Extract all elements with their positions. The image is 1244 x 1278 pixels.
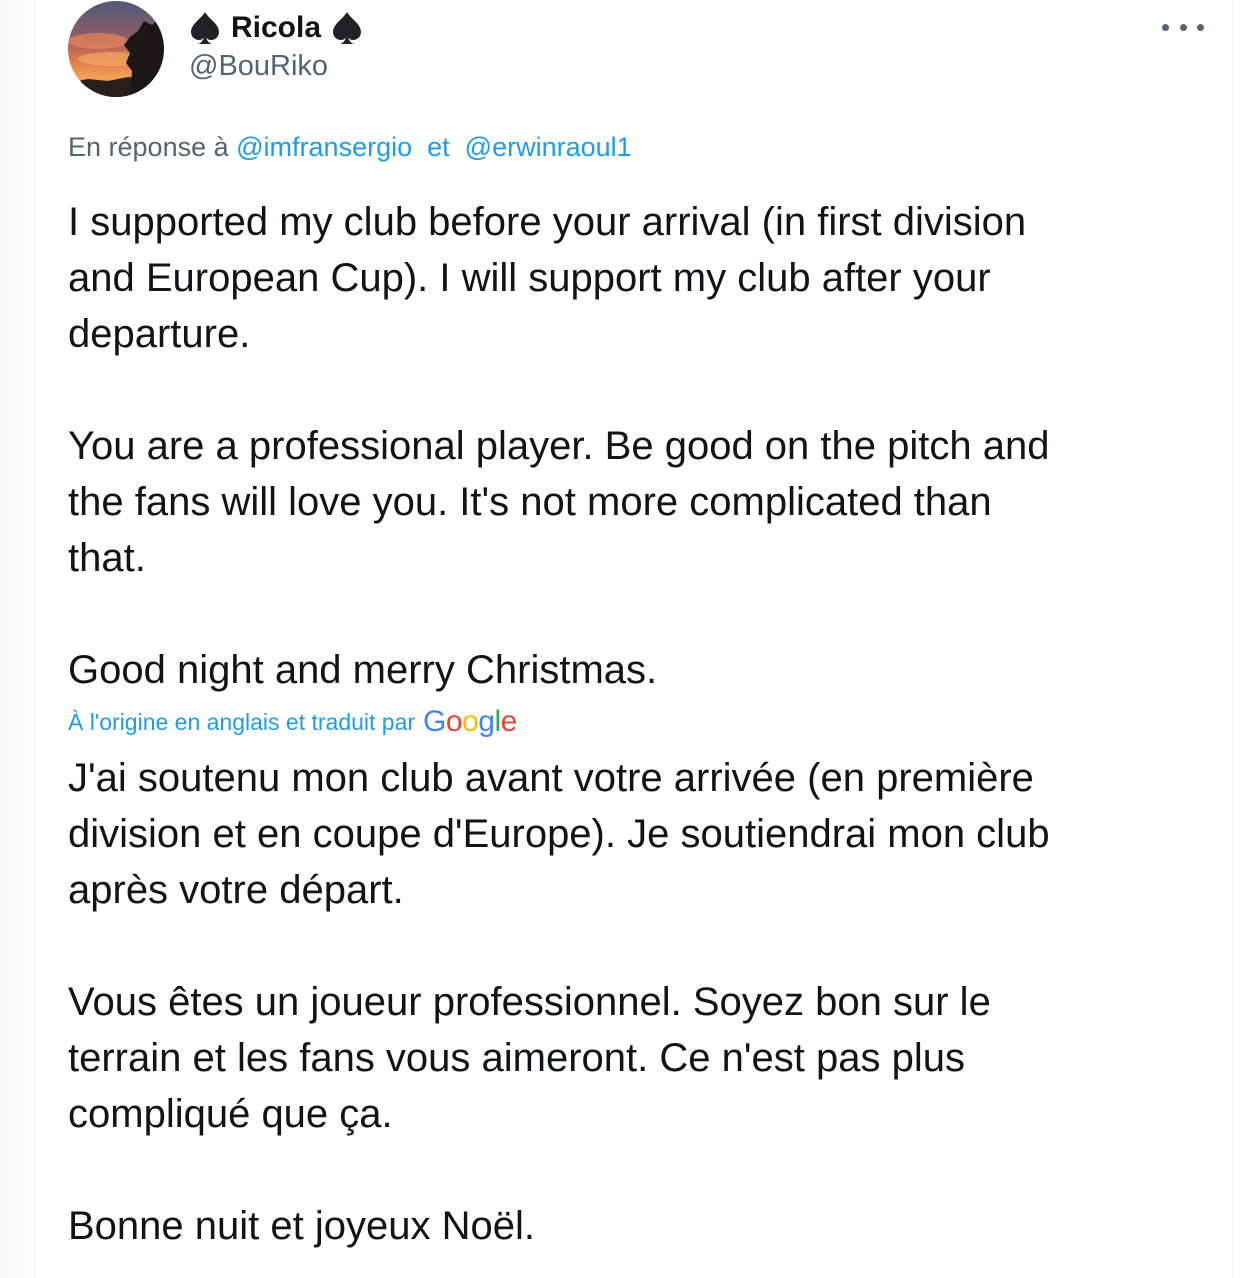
avatar-image [68,1,164,97]
translation-label: À l'origine en anglais et traduit par [68,708,416,735]
reply-separator: et [427,132,450,162]
reply-mention-link[interactable]: @imfransergio [236,132,412,162]
more-dots-icon[interactable] [1162,12,1204,42]
tweet-paragraph: You are a professional player. Be good o… [68,424,1050,580]
author-name-row[interactable]: Ricola [189,8,363,48]
google-logo: Google [423,705,517,738]
more-dot [1197,23,1204,31]
translated-paragraph: Vous êtes un joueur professionnel. Soyez… [68,980,991,1136]
more-dot [1162,23,1169,31]
tweet-card[interactable]: Ricola @BouRiko En réponse à @imfranserg… [35,0,1232,1278]
spade-icon [191,12,219,44]
reply-prefix: En réponse à [68,132,229,162]
translated-paragraph: J'ai soutenu mon club avant votre arrivé… [68,756,1050,912]
tweet-paragraph: I supported my club before your arrival … [68,200,1027,356]
page-side-background [0,0,34,1278]
reply-context: En réponse à @imfransergio et @erwinraou… [68,132,632,163]
translation-attribution[interactable]: À l'origine en anglais et traduit par Go… [68,705,517,739]
tweet-paragraph: Good night and merry Christmas. [68,648,658,692]
reply-mention-link[interactable]: @erwinraoul1 [465,132,632,162]
author-handle[interactable]: @BouRiko [189,50,328,83]
display-name[interactable]: Ricola [231,11,321,45]
spade-icon [333,12,362,44]
avatar[interactable] [68,1,164,97]
translated-paragraph: Bonne nuit et joyeux Noël. [68,1204,535,1248]
more-dot [1179,23,1187,31]
timeline-right-border [1232,0,1233,1278]
